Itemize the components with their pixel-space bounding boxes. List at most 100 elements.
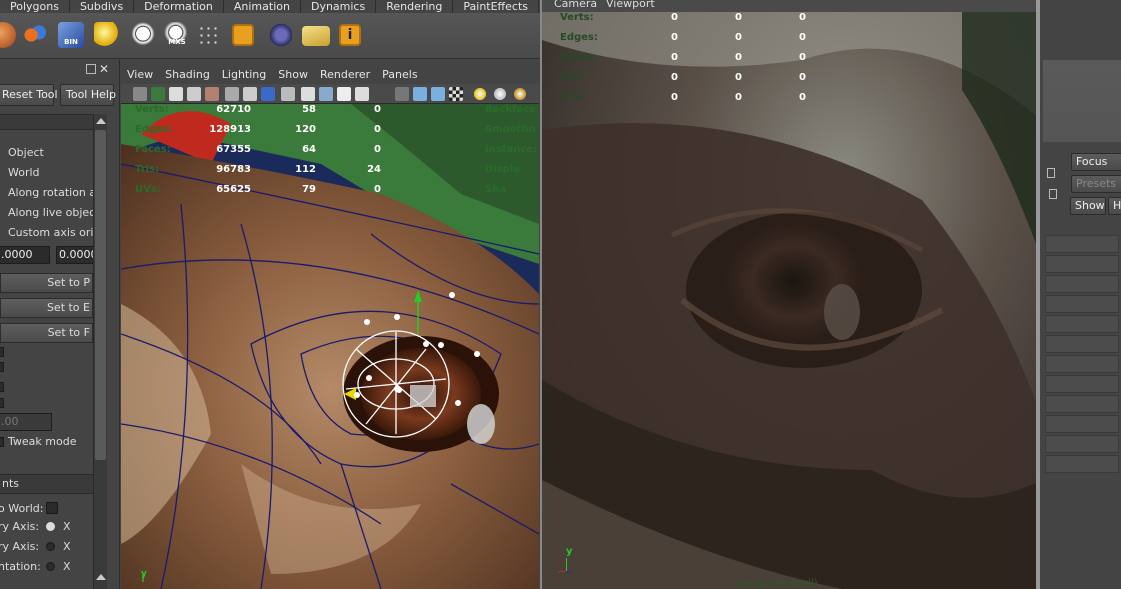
checkbox-2[interactable] <box>0 362 4 372</box>
set-to-point-button[interactable]: Set to P <box>0 273 93 293</box>
render-globe-icon[interactable] <box>268 22 294 48</box>
grid-icon[interactable] <box>225 87 239 101</box>
attribute-row[interactable] <box>1045 455 1119 473</box>
soccer-ball-icon[interactable] <box>130 22 156 48</box>
menu-painteffects[interactable]: PaintEffects <box>453 0 539 13</box>
attribute-row[interactable] <box>1045 355 1119 373</box>
grid-dots-icon[interactable] <box>198 25 218 45</box>
hud-verts-v1: 62710 <box>216 104 251 115</box>
checkbox-3[interactable] <box>0 382 4 392</box>
wireframe-icon[interactable] <box>395 87 409 101</box>
orientation-radio[interactable] <box>46 562 55 571</box>
menu-animation[interactable]: Animation <box>224 0 301 13</box>
viewport-menu-lighting[interactable]: Lighting <box>216 68 272 81</box>
primary-axis-radio[interactable] <box>46 522 55 531</box>
reset-tool-button[interactable]: Reset Tool <box>0 84 58 106</box>
film-gate-icon[interactable] <box>169 87 183 101</box>
viewport-menu-view[interactable]: View <box>121 68 159 81</box>
hud-edges-label: Edges: <box>135 124 173 135</box>
arrow-right-icon[interactable] <box>1047 168 1055 178</box>
focus-button[interactable]: Focus <box>1071 153 1121 171</box>
two-d-pan-icon[interactable] <box>205 87 219 101</box>
viewport-menu-shading[interactable]: Shading <box>159 68 216 81</box>
viewport-menu-show[interactable]: Show <box>272 68 314 81</box>
attribute-row[interactable] <box>1045 415 1119 433</box>
scroll-up-icon[interactable] <box>96 118 106 124</box>
section-header[interactable]: nts <box>0 474 93 494</box>
attribute-row[interactable] <box>1045 375 1119 393</box>
mxs-icon[interactable]: MXS <box>164 22 190 48</box>
all-lights-icon[interactable] <box>493 87 507 101</box>
attribute-row[interactable] <box>1045 315 1119 333</box>
presets-button[interactable]: Presets <box>1071 175 1121 193</box>
attribute-row[interactable] <box>1045 255 1119 273</box>
textured-icon[interactable] <box>449 87 463 101</box>
float-panel-icon[interactable] <box>86 64 96 74</box>
attribute-row[interactable] <box>1045 395 1119 413</box>
attribute-row[interactable] <box>1045 275 1119 293</box>
menu-polygons[interactable]: Polygons <box>0 0 70 13</box>
menu-subdivs[interactable]: Subdivs <box>70 0 135 13</box>
shadows-icon[interactable] <box>513 87 527 101</box>
attribute-row[interactable] <box>1045 335 1119 353</box>
notepad-icon[interactable] <box>302 26 330 46</box>
text-icon[interactable] <box>355 87 369 101</box>
hide-button[interactable]: Hi <box>1108 197 1121 215</box>
safe-action-icon[interactable] <box>261 87 275 101</box>
axis-value-field-1[interactable]: .0000 <box>0 246 50 264</box>
menu-deformation[interactable]: Deformation <box>134 0 224 13</box>
right-panel-bottom <box>1043 497 1121 589</box>
camera-menu-viewport[interactable]: Viewport <box>606 0 655 10</box>
node-editor-icon[interactable] <box>232 24 254 46</box>
menu-dynamics[interactable]: Dynamics <box>301 0 377 13</box>
poly-objects-icon[interactable] <box>22 22 48 48</box>
scroll-down-icon[interactable] <box>96 574 106 580</box>
camera-icon[interactable] <box>133 87 147 101</box>
axis-value-field-2[interactable]: 0.0000 <box>56 246 94 264</box>
close-panel-icon[interactable]: ✕ <box>99 62 109 76</box>
isolate-icon[interactable] <box>319 87 333 101</box>
cam-hud-tris-v1: 0 <box>671 72 678 83</box>
tool-help-button[interactable]: Tool Help <box>60 84 116 106</box>
resolution-gate-icon[interactable] <box>243 87 257 101</box>
show-button[interactable]: Show <box>1070 197 1106 215</box>
bin-icon[interactable]: BIN <box>58 22 84 48</box>
smooth-shade-icon[interactable] <box>413 87 427 101</box>
menu-rendering[interactable]: Rendering <box>376 0 454 13</box>
viewport-menu-panels[interactable]: Panels <box>376 68 423 81</box>
default-light-icon[interactable] <box>473 87 487 101</box>
sphere-icon[interactable] <box>0 22 16 48</box>
attribute-row[interactable] <box>1045 235 1119 253</box>
to-world-checkbox[interactable] <box>46 502 58 514</box>
light-icon[interactable] <box>94 22 120 48</box>
camera-menu-camera[interactable]: Camera <box>554 0 597 10</box>
xray-icon[interactable] <box>337 87 351 101</box>
info-icon[interactable]: i <box>339 24 361 46</box>
orientation-along-rotation[interactable]: Along rotation ax <box>8 186 103 199</box>
image-plane-icon[interactable] <box>187 87 201 101</box>
set-to-face-button[interactable]: Set to F <box>0 323 93 343</box>
attribute-row[interactable] <box>1045 435 1119 453</box>
scrollbar-thumb[interactable] <box>95 130 106 460</box>
safe-title-icon[interactable] <box>281 87 295 101</box>
orientation-world[interactable]: World <box>8 166 40 179</box>
bookmark-icon[interactable] <box>151 87 165 101</box>
shaded-wire-icon[interactable] <box>431 87 445 101</box>
secondary-axis-radio[interactable] <box>46 542 55 551</box>
perspective-viewport[interactable]: View Shading Lighting Show Renderer Pane… <box>121 64 539 589</box>
viewport-menu-renderer[interactable]: Renderer <box>314 68 376 81</box>
cam-hud-uvs-v2: 0 <box>735 92 742 103</box>
checkbox-1[interactable] <box>0 347 4 357</box>
tweak-mode-checkbox[interactable] <box>0 437 4 447</box>
arrow-right-icon-2[interactable] <box>1049 189 1057 199</box>
tool-panel-scrollbar[interactable] <box>93 114 107 589</box>
viewport-scene[interactable]: Verts: 62710 58 0 Edges: 128913 120 0 Fa… <box>121 104 539 589</box>
attribute-row[interactable] <box>1045 295 1119 313</box>
set-to-edge-button[interactable]: Set to E <box>0 298 93 318</box>
hud-verts-label: Verts: <box>135 104 169 115</box>
checkbox-4[interactable] <box>0 398 4 408</box>
orientation-object[interactable]: Object <box>8 146 44 159</box>
gate-mask-icon[interactable] <box>301 87 315 101</box>
orientation-along-live-object[interactable]: Along live object <box>8 206 100 219</box>
camera-viewport[interactable]: Camera Viewport Verts: 0 0 0 Edges: 0 0 … <box>540 0 1040 589</box>
